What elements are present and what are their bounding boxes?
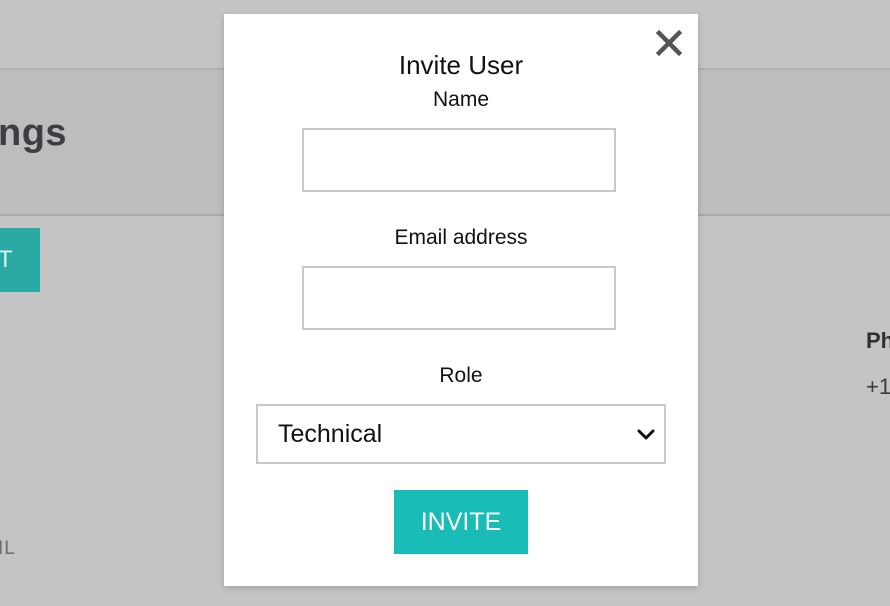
modal-title: Invite User <box>398 50 524 80</box>
email-input[interactable] <box>302 266 616 330</box>
invite-button[interactable]: INVITE <box>394 490 528 554</box>
email-label: Email address <box>394 226 528 249</box>
name-label: Name <box>432 88 490 111</box>
background-action-button: T <box>0 228 40 292</box>
background-page-title: ngs <box>0 112 68 154</box>
invite-user-modal: Invite User Name Email address Role Tech… <box>224 14 698 586</box>
role-selected-value: Technical <box>278 420 383 448</box>
background-field-value: +1 <box>866 374 890 399</box>
background-field-label: Ph <box>866 328 890 353</box>
name-input[interactable] <box>302 128 616 192</box>
chevron-down-icon <box>637 429 655 440</box>
background-text-fragment: IL <box>0 538 16 559</box>
role-select[interactable]: Technical <box>256 404 666 464</box>
role-label: Role <box>439 364 483 387</box>
